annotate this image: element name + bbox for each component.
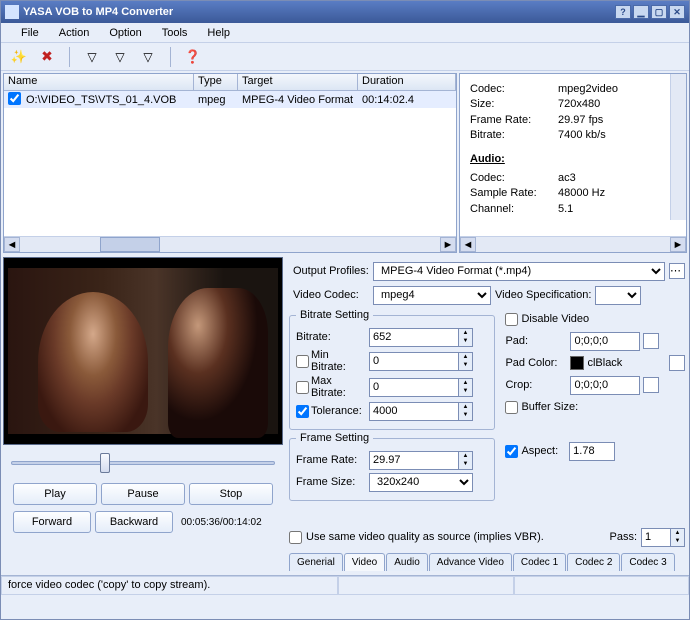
- add-icon[interactable]: [9, 47, 29, 67]
- tab-codec2[interactable]: Codec 2: [567, 553, 620, 571]
- stop-convert-icon[interactable]: [138, 47, 158, 67]
- menu-option[interactable]: Option: [99, 25, 151, 41]
- aspect-check[interactable]: [505, 445, 518, 458]
- video-spec-label: Video Specification:: [495, 289, 591, 301]
- menu-file[interactable]: File: [11, 25, 49, 41]
- slider-thumb[interactable]: [100, 453, 110, 473]
- tab-video[interactable]: Video: [344, 553, 385, 571]
- video-codec-select[interactable]: mpeg4: [373, 286, 491, 305]
- col-name[interactable]: Name: [4, 74, 194, 90]
- col-duration[interactable]: Duration: [358, 74, 456, 90]
- minbitrate-check[interactable]: [296, 355, 309, 368]
- bitrate-fieldset: Bitrate Setting Bitrate: ▲▼ Min Bitrate:…: [289, 309, 495, 430]
- table-row[interactable]: O:\VIDEO_TS\VTS_01_4.VOB mpeg MPEG-4 Vid…: [4, 91, 456, 108]
- row-duration: 00:14:02.4: [358, 93, 456, 107]
- padcolor-swatch[interactable]: [570, 356, 584, 370]
- maximize-button[interactable]: ▢: [651, 5, 667, 19]
- minimize-button[interactable]: ▁: [633, 5, 649, 19]
- padcolor-btn[interactable]: [669, 355, 685, 371]
- info-channel: 5.1: [558, 203, 573, 215]
- info-size: 720x480: [558, 98, 600, 110]
- output-profiles-label: Output Profiles:: [289, 265, 369, 277]
- tab-general[interactable]: Generial: [289, 553, 343, 571]
- hscrollbar[interactable]: ◄ ►: [4, 236, 456, 252]
- info-codec: mpeg2video: [558, 83, 618, 95]
- info-hscrollbar[interactable]: ◄ ►: [460, 236, 686, 252]
- scroll-right-icon[interactable]: ►: [440, 237, 456, 252]
- play-button[interactable]: Play: [13, 483, 97, 505]
- close-button[interactable]: ✕: [669, 5, 685, 19]
- row-type: mpeg: [194, 93, 238, 107]
- menu-help[interactable]: Help: [197, 25, 240, 41]
- tab-advance[interactable]: Advance Video: [429, 553, 512, 571]
- pause-button[interactable]: Pause: [101, 483, 185, 505]
- tab-codec1[interactable]: Codec 1: [513, 553, 566, 571]
- convert-icon[interactable]: [82, 47, 102, 67]
- tab-audio[interactable]: Audio: [386, 553, 428, 571]
- same-quality-check[interactable]: [289, 531, 302, 544]
- settings-tabs: Generial Video Audio Advance Video Codec…: [289, 553, 685, 571]
- video-preview: [3, 257, 283, 445]
- tolerance-check[interactable]: [296, 405, 309, 418]
- maxbitrate-check[interactable]: [296, 381, 309, 394]
- col-target[interactable]: Target: [238, 74, 358, 90]
- buffer-check[interactable]: [505, 401, 518, 414]
- pass-input[interactable]: [641, 528, 671, 547]
- disable-video-check[interactable]: [505, 313, 518, 326]
- scroll-left-icon[interactable]: ◄: [4, 237, 20, 252]
- aspect-input[interactable]: [569, 442, 615, 461]
- info-panel: Codec:mpeg2video Size:720x480 Frame Rate…: [459, 73, 687, 253]
- pad-input[interactable]: [570, 332, 640, 351]
- status-bar: force video codec ('copy' to copy stream…: [1, 575, 689, 595]
- help-icon[interactable]: [183, 47, 203, 67]
- help-window-button[interactable]: ?: [615, 5, 631, 19]
- timestamp: 00:05:36/00:14:02: [181, 517, 262, 528]
- app-icon: [5, 5, 19, 19]
- framerate-input[interactable]: [369, 451, 459, 470]
- forward-button[interactable]: Forward: [13, 511, 91, 533]
- minbitrate-input[interactable]: [369, 352, 459, 371]
- audio-header: Audio:: [470, 152, 676, 167]
- menu-tools[interactable]: Tools: [152, 25, 198, 41]
- row-name: O:\VIDEO_TS\VTS_01_4.VOB: [22, 93, 194, 107]
- toolbar: [1, 43, 689, 71]
- convert-all-icon[interactable]: [110, 47, 130, 67]
- preview-panel: Play Pause Stop Forward Backward 00:05:3…: [3, 257, 283, 573]
- status-text: force video codec ('copy' to copy stream…: [1, 576, 338, 595]
- window-title: YASA VOB to MP4 Converter: [23, 6, 173, 18]
- vscrollbar[interactable]: [670, 74, 686, 220]
- bitrate-input[interactable]: [369, 328, 459, 347]
- crop-input[interactable]: [570, 376, 640, 395]
- row-target: MPEG-4 Video Format: [238, 93, 358, 107]
- backward-button[interactable]: Backward: [95, 511, 173, 533]
- video-codec-label: Video Codec:: [289, 289, 369, 301]
- title-bar: YASA VOB to MP4 Converter ? ▁ ▢ ✕: [1, 1, 689, 23]
- scroll-right-icon[interactable]: ►: [670, 237, 686, 252]
- info-acodec: ac3: [558, 172, 576, 184]
- output-profiles-select[interactable]: MPEG-4 Video Format (*.mp4): [373, 262, 665, 281]
- file-list: Name Type Target Duration O:\VIDEO_TS\VT…: [3, 73, 457, 253]
- col-type[interactable]: Type: [194, 74, 238, 90]
- info-framerate: 29.97 fps: [558, 114, 603, 126]
- stop-button[interactable]: Stop: [189, 483, 273, 505]
- row-checkbox[interactable]: [8, 92, 21, 105]
- info-samplerate: 48000 Hz: [558, 187, 605, 199]
- output-profile-btn[interactable]: ⋯: [669, 263, 685, 279]
- pad-btn[interactable]: [643, 333, 659, 349]
- tab-codec3[interactable]: Codec 3: [621, 553, 674, 571]
- settings-panel: Output Profiles: MPEG-4 Video Format (*.…: [287, 257, 687, 573]
- menu-bar: File Action Option Tools Help: [1, 23, 689, 43]
- seek-slider[interactable]: [7, 451, 279, 475]
- scroll-left-icon[interactable]: ◄: [460, 237, 476, 252]
- remove-icon[interactable]: [37, 47, 57, 67]
- tolerance-input[interactable]: [369, 402, 459, 421]
- scroll-thumb[interactable]: [100, 237, 160, 252]
- crop-btn[interactable]: [643, 377, 659, 393]
- video-spec-select[interactable]: [595, 286, 641, 305]
- frame-fieldset: Frame Setting Frame Rate: ▲▼ Frame Size:…: [289, 432, 495, 501]
- framesize-select[interactable]: 320x240: [369, 473, 473, 492]
- maxbitrate-input[interactable]: [369, 378, 459, 397]
- menu-action[interactable]: Action: [49, 25, 100, 41]
- info-bitrate: 7400 kb/s: [558, 129, 606, 141]
